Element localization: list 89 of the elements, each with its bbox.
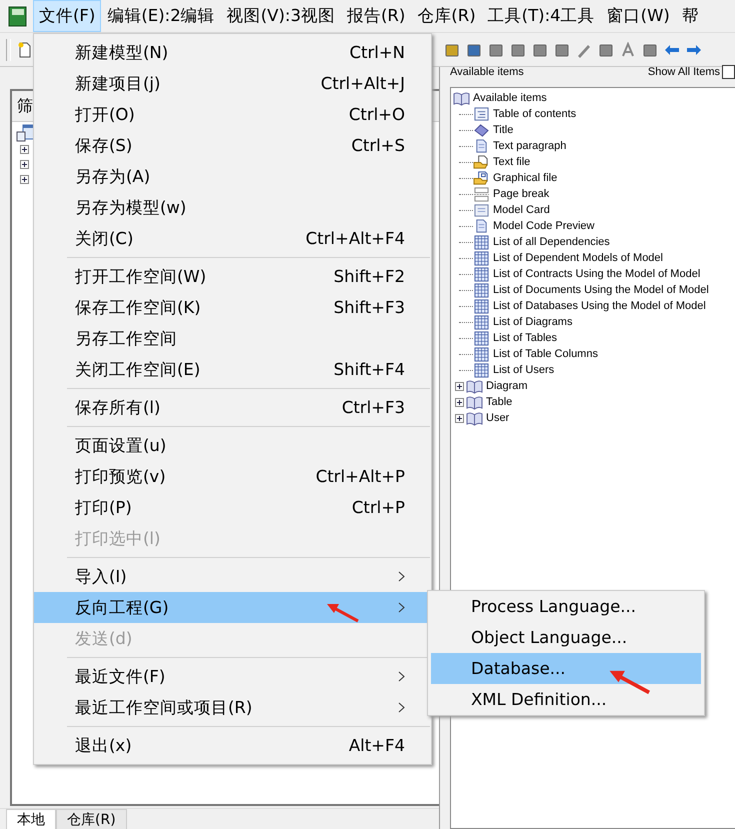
menu-item[interactable]: 视图(V):3视图 <box>220 0 341 32</box>
tree-item[interactable]: Diagram <box>486 380 528 392</box>
table-icon <box>473 314 490 330</box>
table-icon <box>473 298 490 314</box>
tab[interactable]: 本地 <box>6 809 56 829</box>
menu-item[interactable]: 打印(P) Ctrl+P <box>34 492 431 523</box>
tree-item[interactable]: Graphical file <box>493 172 558 184</box>
menu-item[interactable]: Database... <box>431 653 701 684</box>
tree-item[interactable]: List of Table Columns <box>493 348 598 360</box>
tab[interactable]: 仓库(R) <box>56 809 127 829</box>
table-icon <box>473 362 490 378</box>
book-icon <box>466 394 483 410</box>
book-icon <box>466 410 483 426</box>
tree-item[interactable]: Table of contents <box>493 108 576 120</box>
checkbox-label: Show All Items <box>648 66 720 78</box>
folder-document-icon <box>473 154 490 170</box>
table-icon <box>473 330 490 346</box>
menu-item[interactable]: 保存工作空间(K) Shift+F3 <box>34 292 431 323</box>
menu-item[interactable]: Object Language... <box>431 622 701 653</box>
book-icon <box>466 378 483 394</box>
tree-item[interactable]: List of Databases Using the Model of Model <box>493 300 706 312</box>
tree-item[interactable]: List of Tables <box>493 332 558 344</box>
menu-item[interactable]: Process Language... <box>431 591 701 622</box>
menu-item[interactable]: 帮 <box>676 0 705 32</box>
tree-item[interactable]: Table <box>486 396 512 408</box>
square-icon[interactable] <box>554 42 570 58</box>
tree-item[interactable]: User <box>486 412 510 424</box>
menu-item[interactable]: 退出(x) Alt+F4 <box>34 730 431 761</box>
tag-icon <box>473 122 490 138</box>
tree-item[interactable]: List of Contracts Using the Model of Model <box>493 268 700 280</box>
tree-item[interactable]: Text paragraph <box>493 140 566 152</box>
app-icon <box>8 6 27 26</box>
menu-item[interactable]: 工具(T):4工具 <box>482 0 601 32</box>
tree-item[interactable]: List of all Dependencies <box>493 236 610 248</box>
expand-icon[interactable] <box>20 175 29 184</box>
table-icon <box>473 346 490 362</box>
tree-item[interactable]: List of Dependent Models of Model <box>493 252 663 264</box>
menu-item[interactable]: 保存所有(l) Ctrl+F3 <box>34 392 431 423</box>
menu-item[interactable]: 打开工作空间(W) Shift+F2 <box>34 261 431 292</box>
menu-item[interactable]: 打印预览(v) Ctrl+Alt+P <box>34 461 431 492</box>
menu-item[interactable]: 仓库(R) <box>411 0 482 32</box>
annotation-arrow <box>326 601 360 623</box>
table-icon <box>473 266 490 282</box>
menu-item[interactable]: 新建模型(N) Ctrl+N <box>34 37 431 68</box>
tree-item[interactable]: Model Card <box>493 204 550 216</box>
menu-item[interactable]: 报告(R) <box>340 0 412 32</box>
menu-item[interactable]: 导入(I) <box>34 561 431 592</box>
expand-icon[interactable] <box>20 145 29 154</box>
tree-item[interactable]: List of Diagrams <box>493 316 572 328</box>
table-icon <box>473 234 490 250</box>
menu-item[interactable]: 另存为模型(w) <box>34 192 431 223</box>
expand-icon[interactable] <box>455 414 464 422</box>
book-icon <box>453 90 470 106</box>
checkbox[interactable] <box>722 65 735 79</box>
new-file-icon[interactable] <box>17 42 33 58</box>
folder-image-icon <box>473 170 490 186</box>
tree-item[interactable]: Title <box>493 124 514 136</box>
menu-item[interactable]: 关闭工作空间(E) Shift+F4 <box>34 354 431 385</box>
menu-item[interactable]: 新建项目(j) Ctrl+Alt+J <box>34 68 431 99</box>
expand-icon[interactable] <box>455 398 464 406</box>
expand-icon[interactable] <box>20 160 29 169</box>
panel-tab[interactable]: 筛 <box>17 96 33 116</box>
menu-item[interactable]: 关闭(C) Ctrl+Alt+F4 <box>34 223 431 254</box>
table-icon <box>473 282 490 298</box>
tree-item[interactable]: List of Documents Using the Model of Model <box>493 284 709 296</box>
tree-item[interactable]: List of Users <box>493 364 554 376</box>
tree-item[interactable]: Available items <box>473 92 547 104</box>
menu-item[interactable]: 最近工作空间或项目(R) <box>34 692 431 723</box>
menu-item[interactable]: 另存为(A) <box>34 161 431 192</box>
table-icon <box>473 250 490 266</box>
menu-item[interactable]: 页面设置(u) <box>34 430 431 461</box>
panel-title: Available items <box>450 66 524 78</box>
menu-item[interactable]: XML Definition... <box>431 684 701 715</box>
menu-item[interactable]: 窗口(W) <box>600 0 676 32</box>
menu-item[interactable]: 编辑(E):2编辑 <box>101 0 221 32</box>
menu-item[interactable]: 最近文件(F) <box>34 661 431 692</box>
card-icon <box>473 202 490 218</box>
tree-item[interactable]: Page break <box>493 188 550 200</box>
menu-item[interactable]: 文件(F) <box>33 0 102 32</box>
list-page-icon <box>473 106 490 122</box>
tree-item[interactable]: Model Code Preview <box>493 220 594 232</box>
letter-icon[interactable] <box>620 42 636 58</box>
page-break-icon <box>473 186 490 202</box>
square-icon[interactable] <box>532 42 548 58</box>
menu-item[interactable]: 另存工作空间 <box>34 323 431 354</box>
menu-item[interactable]: 打开(O) Ctrl+O <box>34 99 431 130</box>
expand-icon[interactable] <box>455 382 464 390</box>
menu-item[interactable]: 保存(S) Ctrl+S <box>34 130 431 161</box>
tree-item[interactable]: Text file <box>493 156 530 168</box>
